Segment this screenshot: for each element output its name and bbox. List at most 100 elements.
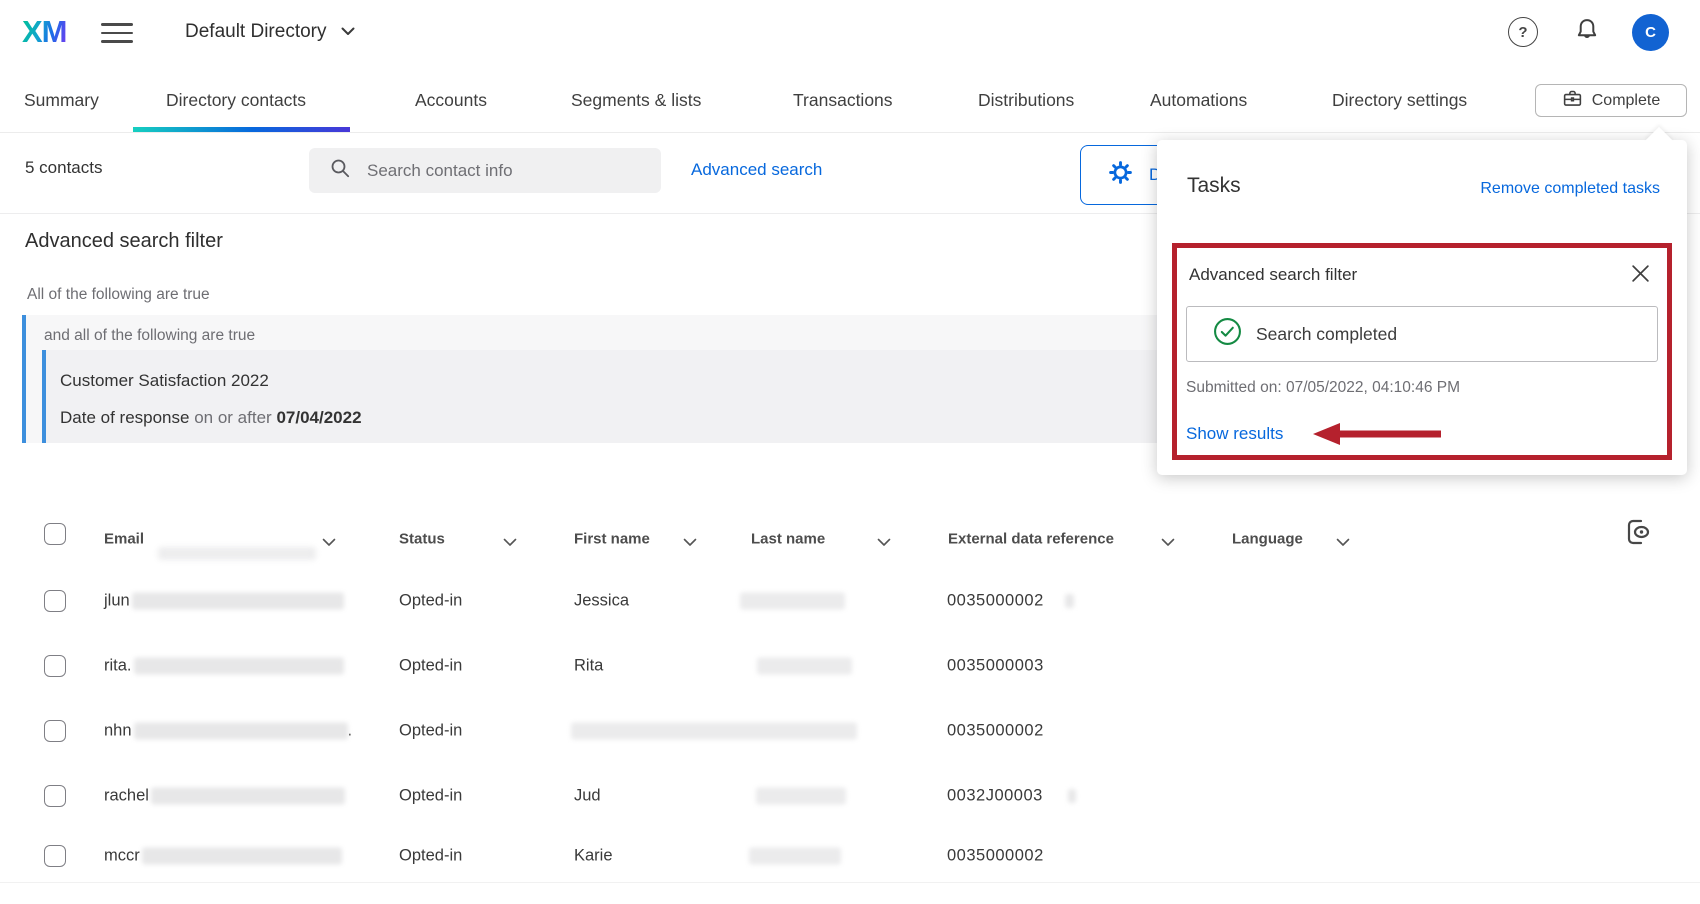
email-cell: rita. [104, 656, 344, 675]
row-checkbox[interactable] [44, 845, 66, 867]
search-input[interactable] [365, 160, 619, 182]
notifications-button[interactable] [1573, 15, 1601, 50]
tab-transactions[interactable]: Transactions [793, 68, 893, 132]
row-checkbox[interactable] [44, 720, 66, 742]
tab-bar: Summary Directory contacts Accounts Segm… [0, 68, 1700, 133]
filter-date-operator: on or after [194, 408, 272, 427]
question-icon: ? [1518, 24, 1527, 41]
redacted-text [740, 592, 845, 609]
email-cell: rachel [104, 787, 345, 806]
chevron-down-icon[interactable] [1161, 534, 1175, 552]
status-cell: Opted-in [399, 722, 462, 741]
chevron-down-icon[interactable] [1336, 534, 1350, 552]
user-avatar[interactable]: C [1632, 14, 1669, 51]
check-circle-icon [1213, 317, 1242, 351]
table-row[interactable]: jlun Opted-in Jessica 0035000002 [0, 570, 1700, 632]
tab-automations[interactable]: Automations [1150, 68, 1247, 132]
first-name-cell: Karie [574, 847, 613, 866]
hamburger-menu-button[interactable] [101, 23, 133, 45]
row-checkbox[interactable] [44, 785, 66, 807]
redacted-text [142, 848, 342, 865]
tab-distributions[interactable]: Distributions [978, 68, 1074, 132]
tab-accounts[interactable]: Accounts [415, 68, 487, 132]
top-bar: XM Default Directory ? C [0, 0, 1700, 69]
column-header-language[interactable]: Language [1232, 531, 1303, 548]
table-row[interactable]: nhn. Opted-in 0035000002 [0, 700, 1700, 763]
filter-date-field: Date of response [60, 408, 189, 427]
chevron-down-icon[interactable] [503, 534, 517, 552]
filter-rule-survey: Customer Satisfaction 2022 [60, 371, 269, 391]
status-cell: Opted-in [399, 787, 462, 806]
tasks-popup: Tasks Remove completed tasks Advanced se… [1157, 140, 1687, 475]
tab-directory-settings[interactable]: Directory settings [1332, 68, 1467, 132]
annotation-arrow-icon [1313, 422, 1441, 451]
chevron-down-icon[interactable] [322, 534, 336, 552]
status-cell: Opted-in [399, 847, 462, 866]
row-checkbox[interactable] [44, 590, 66, 612]
remove-completed-tasks-link[interactable]: Remove completed tasks [1480, 180, 1660, 198]
gear-icon [1107, 159, 1134, 191]
column-header-external-data-reference[interactable]: External data reference [948, 531, 1114, 548]
row-checkbox[interactable] [44, 655, 66, 677]
external-data-reference-cell: 0035000002 [947, 847, 1044, 866]
status-cell: Opted-in [399, 591, 462, 610]
directory-selector[interactable]: Default Directory [185, 21, 355, 43]
redacted-text [1068, 789, 1076, 803]
column-header-status[interactable]: Status [399, 531, 445, 548]
filter-root-condition: All of the following are true [27, 286, 210, 304]
external-data-reference-cell: 0035000002 [947, 591, 1044, 610]
tab-segments-lists[interactable]: Segments & lists [571, 68, 701, 132]
advanced-search-link[interactable]: Advanced search [691, 160, 822, 180]
column-header-first-name[interactable]: First name [574, 531, 650, 548]
column-visibility-button[interactable] [1620, 514, 1654, 555]
task-name: Advanced search filter [1189, 265, 1357, 285]
chevron-down-icon[interactable] [683, 534, 697, 552]
table-row[interactable]: rachel Opted-in Jud 0032J00003 [0, 762, 1700, 831]
filter-section-title: Advanced search filter [25, 230, 223, 253]
contacts-count: 5 contacts [25, 158, 103, 178]
redacted-text [132, 592, 344, 609]
directory-name: Default Directory [185, 21, 327, 43]
tab-directory-contacts[interactable]: Directory contacts [166, 68, 306, 132]
redacted-text [749, 848, 841, 865]
bell-icon [1573, 32, 1601, 49]
table-header: Email Status First name Last name Extern… [0, 508, 1700, 571]
first-name-cell: Rita [574, 656, 603, 675]
complete-button-label: Complete [1592, 92, 1660, 110]
external-data-reference-cell: 0032J00003 [947, 787, 1043, 806]
redacted-text [134, 723, 348, 740]
show-results-link[interactable]: Show results [1186, 424, 1283, 444]
table-row[interactable]: mccr Opted-in Karie 0035000002 [0, 830, 1700, 883]
email-cell: jlun [104, 591, 344, 610]
task-submitted-timestamp: Submitted on: 07/05/2022, 04:10:46 PM [1186, 379, 1460, 397]
redacted-text [134, 657, 344, 674]
task-status-text: Search completed [1256, 324, 1397, 345]
redacted-text [158, 547, 316, 560]
complete-button[interactable]: Complete [1535, 84, 1687, 117]
filter-date-value: 07/04/2022 [276, 408, 361, 427]
tab-summary[interactable]: Summary [24, 68, 99, 132]
chevron-down-icon [341, 23, 355, 41]
tasks-title: Tasks [1187, 174, 1241, 198]
filter-rule-date: Date of response on or after 07/04/2022 [60, 408, 362, 428]
redacted-text [151, 788, 345, 805]
chevron-down-icon[interactable] [877, 534, 891, 552]
external-data-reference-cell: 0035000003 [947, 656, 1044, 675]
filter-nested-condition: and all of the following are true [44, 327, 255, 345]
app-window: XM Default Directory ? C Summary Directo… [0, 0, 1700, 904]
active-tab-indicator [133, 127, 350, 132]
redacted-text [756, 788, 846, 805]
select-all-checkbox[interactable] [44, 523, 66, 545]
column-header-last-name[interactable]: Last name [751, 531, 825, 548]
search-icon [329, 157, 351, 184]
column-header-email[interactable]: Email [104, 531, 144, 548]
status-cell: Opted-in [399, 656, 462, 675]
close-icon[interactable] [1631, 264, 1651, 284]
briefcase-icon [1562, 88, 1583, 114]
email-cell: mccr [104, 847, 342, 866]
help-button[interactable]: ? [1508, 17, 1538, 47]
redacted-text [757, 657, 852, 674]
redacted-text [571, 723, 857, 740]
table-row[interactable]: rita. Opted-in Rita 0035000003 [0, 631, 1700, 701]
search-box[interactable] [309, 148, 661, 193]
